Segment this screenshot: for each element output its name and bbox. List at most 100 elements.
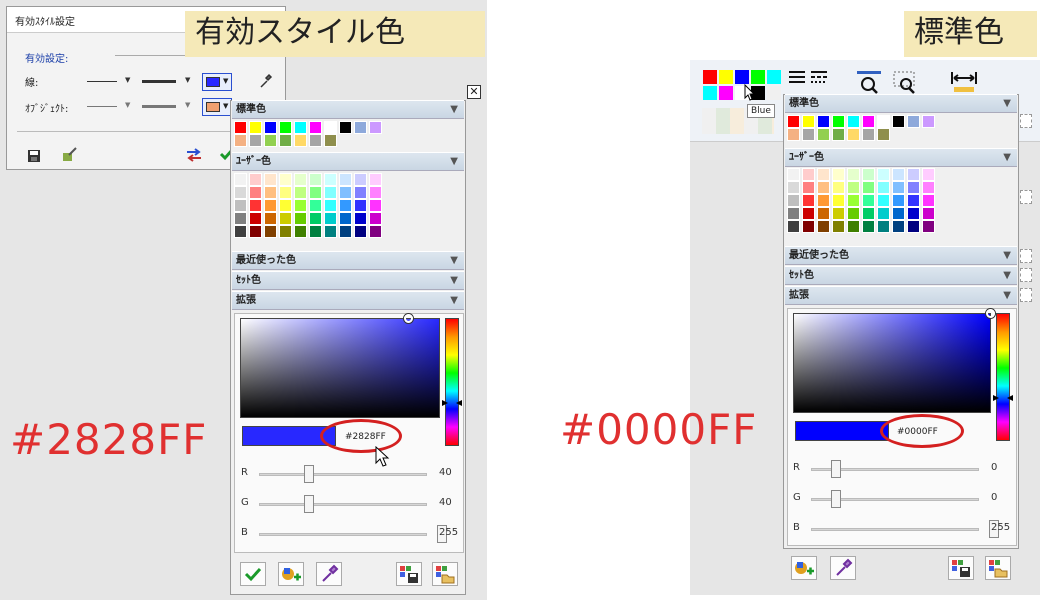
color-swatch[interactable]: [339, 121, 352, 134]
color-swatch[interactable]: [264, 173, 277, 186]
color-swatch[interactable]: [907, 181, 920, 194]
color-swatch[interactable]: [369, 173, 382, 186]
color-swatch[interactable]: [279, 121, 292, 134]
toolbar-color-swatch[interactable]: [767, 70, 781, 84]
color-swatch[interactable]: [847, 115, 860, 128]
color-swatch[interactable]: [892, 194, 905, 207]
color-swatch[interactable]: [249, 134, 262, 147]
color-swatch[interactable]: [324, 225, 337, 238]
object-line-style-dropdown-icon[interactable]: ▼: [125, 101, 130, 109]
left-hue-marker[interactable]: [442, 400, 462, 406]
color-swatch[interactable]: [922, 220, 935, 233]
left-apply-button[interactable]: [240, 562, 266, 586]
color-swatch[interactable]: [264, 199, 277, 212]
right-section-set[interactable]: ｾｯﾄ色 ▼: [785, 266, 1017, 285]
color-swatch[interactable]: [324, 134, 337, 147]
object-line-width-dropdown-icon[interactable]: ▼: [185, 101, 190, 109]
color-swatch[interactable]: [877, 115, 890, 128]
color-swatch[interactable]: [922, 115, 935, 128]
toolbar-color-swatch[interactable]: [719, 70, 733, 84]
toolbar-color-swatch[interactable]: [767, 86, 781, 100]
color-swatch[interactable]: [847, 181, 860, 194]
left-add-user-color-button[interactable]: [278, 562, 304, 586]
left-picker-cursor[interactable]: [404, 314, 413, 323]
color-swatch[interactable]: [907, 220, 920, 233]
object-color-button[interactable]: ▼: [202, 98, 232, 116]
line-width-dropdown-icon[interactable]: ▼: [185, 76, 190, 84]
save-icon[interactable]: [27, 149, 41, 163]
left-section-recent[interactable]: 最近使った色 ▼: [232, 251, 464, 270]
color-swatch[interactable]: [369, 121, 382, 134]
color-swatch[interactable]: [817, 207, 830, 220]
color-swatch[interactable]: [922, 168, 935, 181]
color-swatch[interactable]: [249, 173, 262, 186]
color-swatch[interactable]: [309, 186, 322, 199]
color-swatch[interactable]: [832, 207, 845, 220]
line-style-dropdown-icon[interactable]: ▼: [125, 76, 130, 84]
color-swatch[interactable]: [249, 121, 262, 134]
color-swatch[interactable]: [354, 186, 367, 199]
color-swatch[interactable]: [369, 225, 382, 238]
color-swatch[interactable]: [892, 168, 905, 181]
side-palette-icon[interactable]: [1020, 190, 1032, 204]
color-swatch[interactable]: [862, 181, 875, 194]
color-swatch[interactable]: [892, 220, 905, 233]
color-swatch[interactable]: [354, 173, 367, 186]
color-swatch[interactable]: [249, 186, 262, 199]
right-picker-cursor[interactable]: [986, 309, 995, 318]
color-swatch[interactable]: [922, 181, 935, 194]
slider-thumb-g[interactable]: [831, 490, 841, 508]
color-swatch[interactable]: [877, 181, 890, 194]
color-swatch[interactable]: [279, 186, 292, 199]
color-swatch[interactable]: [802, 194, 815, 207]
color-swatch[interactable]: [264, 212, 277, 225]
right-section-user[interactable]: ﾕｰｻﾞｰ色 ▼: [785, 148, 1017, 167]
color-swatch[interactable]: [817, 128, 830, 141]
right-eyedropper-button[interactable]: [830, 556, 856, 580]
color-swatch[interactable]: [862, 220, 875, 233]
color-swatch[interactable]: [369, 199, 382, 212]
color-swatch[interactable]: [832, 128, 845, 141]
left-eyedropper-button[interactable]: [316, 562, 342, 586]
side-palette-icon[interactable]: [1020, 268, 1032, 282]
color-swatch[interactable]: [264, 186, 277, 199]
zoom-icon[interactable]: [856, 70, 882, 94]
color-swatch[interactable]: [324, 173, 337, 186]
color-swatch[interactable]: [847, 128, 860, 141]
side-palette-icon[interactable]: [1020, 114, 1032, 128]
right-open-palette-button[interactable]: [985, 556, 1011, 580]
color-swatch[interactable]: [877, 128, 890, 141]
color-swatch[interactable]: [339, 173, 352, 186]
measure-icon[interactable]: [950, 70, 978, 94]
right-section-extended[interactable]: 拡張 ▼: [785, 286, 1017, 305]
side-palette-icon[interactable]: [1020, 249, 1032, 263]
color-swatch[interactable]: [234, 199, 247, 212]
color-swatch[interactable]: [922, 207, 935, 220]
line-width-icon[interactable]: [788, 70, 806, 84]
color-swatch[interactable]: [249, 225, 262, 238]
color-swatch[interactable]: [787, 115, 800, 128]
color-swatch[interactable]: [907, 115, 920, 128]
slider-track-b[interactable]: [811, 528, 979, 531]
color-swatch[interactable]: [817, 168, 830, 181]
color-swatch[interactable]: [294, 186, 307, 199]
color-swatch[interactable]: [354, 121, 367, 134]
color-swatch[interactable]: [309, 212, 322, 225]
color-swatch[interactable]: [847, 194, 860, 207]
color-swatch[interactable]: [294, 121, 307, 134]
slider-track-r[interactable]: [259, 473, 427, 476]
side-palette-icon[interactable]: [1020, 288, 1032, 302]
color-swatch[interactable]: [862, 168, 875, 181]
color-swatch[interactable]: [862, 115, 875, 128]
left-hue-slider[interactable]: [445, 318, 459, 446]
color-swatch[interactable]: [817, 194, 830, 207]
color-swatch[interactable]: [339, 186, 352, 199]
color-swatch[interactable]: [309, 173, 322, 186]
color-swatch[interactable]: [832, 194, 845, 207]
slider-thumb-r[interactable]: [831, 460, 841, 478]
color-swatch[interactable]: [279, 212, 292, 225]
color-swatch[interactable]: [309, 134, 322, 147]
color-swatch[interactable]: [787, 194, 800, 207]
color-swatch[interactable]: [234, 134, 247, 147]
color-swatch[interactable]: [817, 115, 830, 128]
